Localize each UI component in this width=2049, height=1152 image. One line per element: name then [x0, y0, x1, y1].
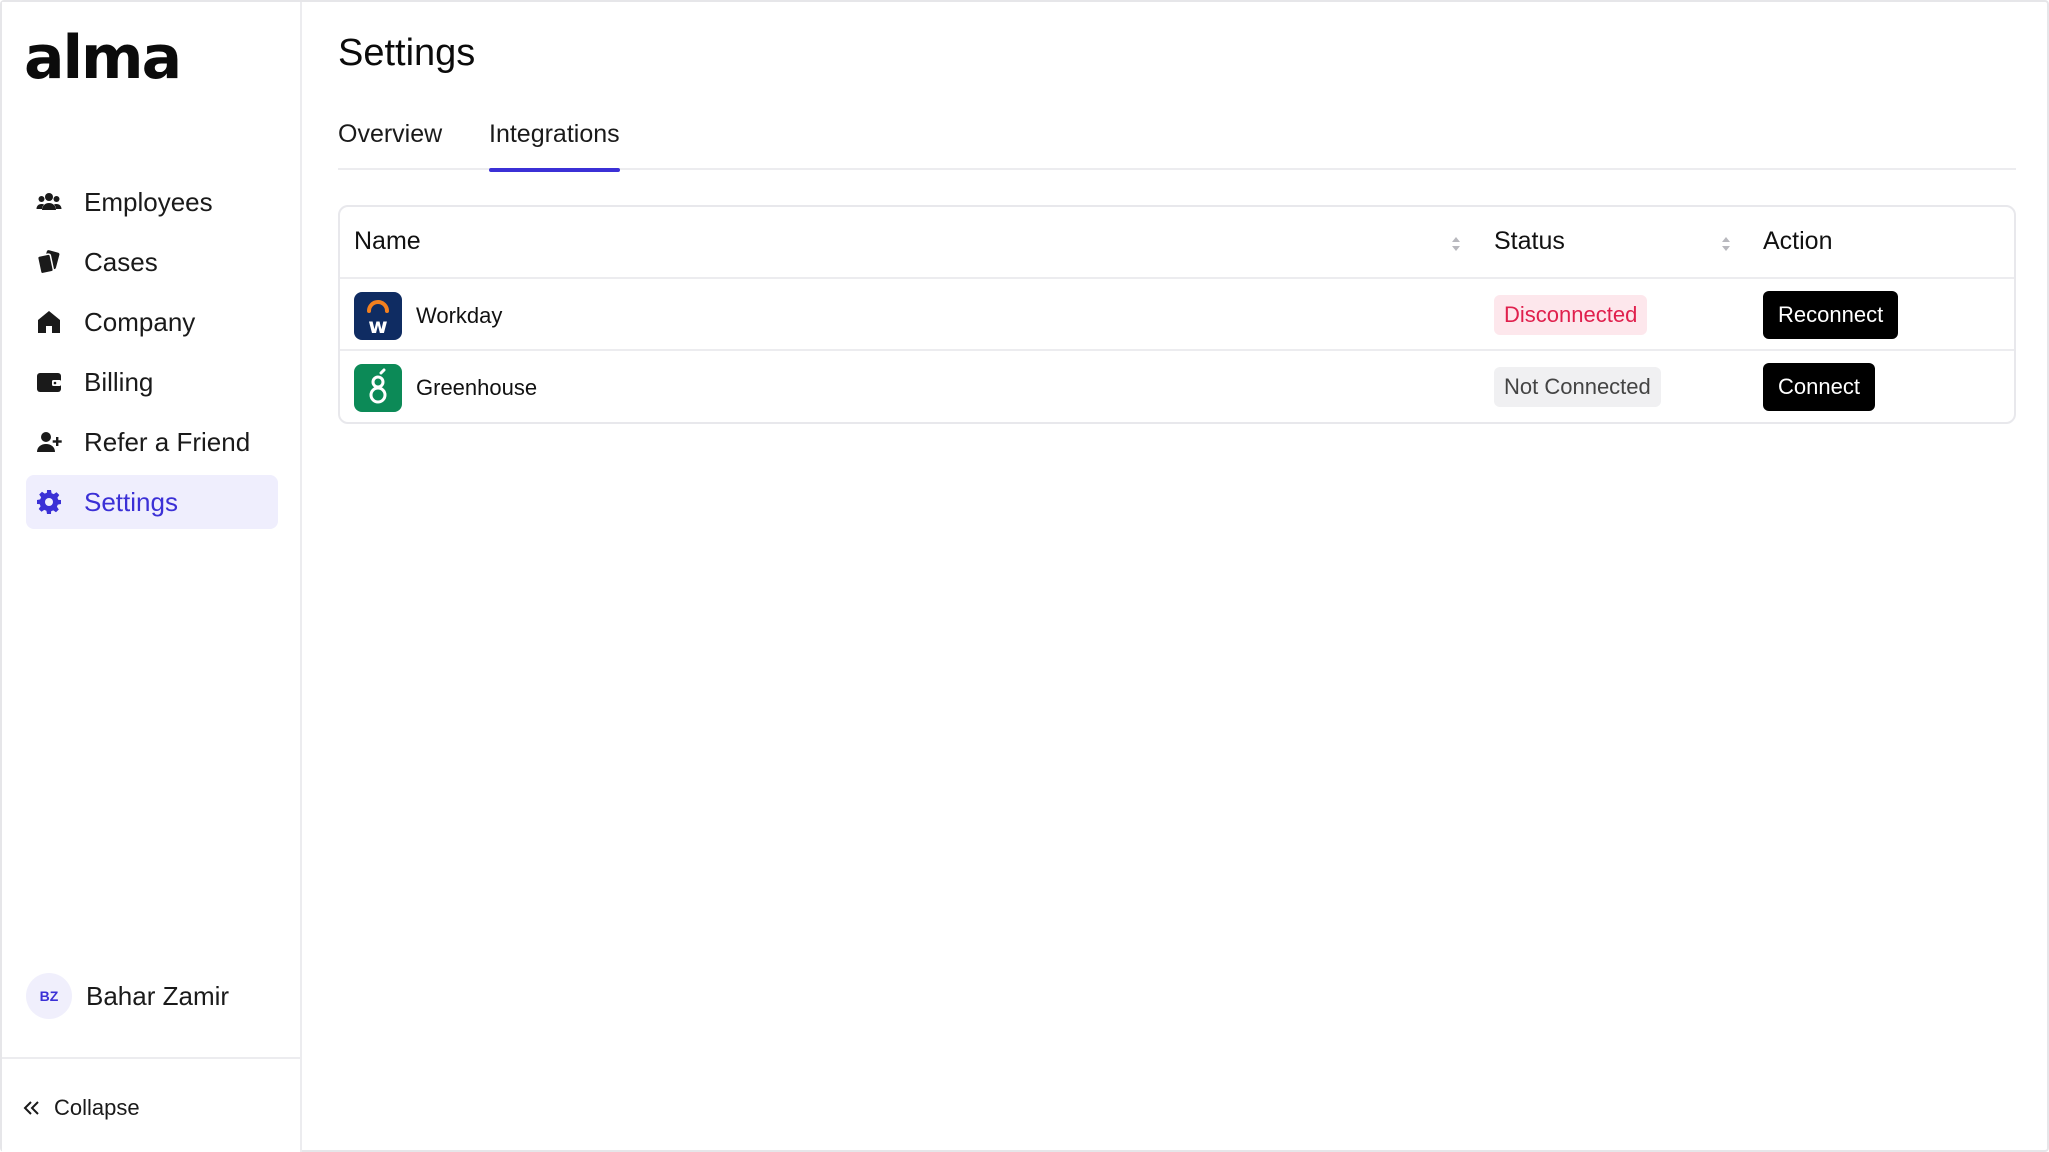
integration-name-cell: w Workday: [354, 292, 502, 340]
page-title: Settings: [338, 32, 476, 74]
status-badge: Disconnected: [1494, 295, 1648, 335]
sidebar-item-settings[interactable]: Settings: [26, 475, 278, 529]
gear-icon: [36, 489, 62, 515]
user-name: Bahar Zamir: [86, 980, 230, 1011]
integrations-table: Name Status Action w Workday Disconnecte…: [338, 205, 2016, 424]
sort-icon[interactable]: [1720, 235, 1732, 253]
workday-logo-icon: w: [354, 292, 402, 340]
sidebar-item-label: Cases: [84, 246, 158, 277]
collapse-label: Collapse: [54, 1095, 140, 1120]
sidebar-item-label: Settings: [84, 486, 178, 517]
sidebar-item-employees[interactable]: Employees: [26, 175, 278, 229]
sort-icon[interactable]: [1450, 235, 1462, 253]
column-header-status[interactable]: Status: [1494, 227, 1565, 256]
users-icon: [36, 189, 62, 215]
sidebar-item-refer-a-friend[interactable]: Refer a Friend: [26, 415, 278, 469]
double-chevron-left-icon: [23, 1101, 39, 1115]
table-row: Greenhouse Not Connected Connect: [340, 351, 2014, 422]
main-content: Settings Overview Integrations Name Stat…: [338, 2, 2016, 1152]
tab-integrations[interactable]: Integrations: [489, 120, 620, 172]
status-badge: Not Connected: [1494, 367, 1661, 407]
integration-name-cell: Greenhouse: [354, 364, 537, 412]
connect-button[interactable]: Connect: [1763, 363, 1875, 411]
table-row: w Workday Disconnected Reconnect: [340, 279, 2014, 351]
sidebar: alma Employees Cases Company Billing Ref…: [2, 2, 302, 1152]
table-header: Name Status Action: [340, 207, 2014, 279]
tab-bar: Overview Integrations: [338, 120, 2016, 172]
reconnect-button[interactable]: Reconnect: [1763, 291, 1899, 339]
sidebar-item-label: Employees: [84, 186, 213, 217]
wallet-icon: [36, 369, 62, 395]
user-profile[interactable]: BZ Bahar Zamir: [26, 973, 229, 1019]
app-window: alma Employees Cases Company Billing Ref…: [0, 0, 2049, 1152]
integration-name: Workday: [416, 303, 503, 328]
home-icon: [36, 309, 62, 335]
alma-logo[interactable]: alma: [24, 28, 182, 88]
sidebar-item-label: Company: [84, 306, 196, 337]
tab-overview[interactable]: Overview: [338, 120, 442, 170]
sidebar-item-company[interactable]: Company: [26, 295, 278, 349]
sidebar-item-cases[interactable]: Cases: [26, 235, 278, 289]
sidebar-item-label: Refer a Friend: [84, 426, 251, 457]
user-plus-icon: [36, 429, 62, 455]
avatar: BZ: [26, 973, 72, 1019]
sidebar-footer: Collapse: [2, 1057, 300, 1152]
column-header-name[interactable]: Name: [354, 227, 421, 256]
sidebar-item-billing[interactable]: Billing: [26, 355, 278, 409]
svg-text:w: w: [368, 314, 387, 338]
cases-icon: [36, 249, 62, 275]
column-header-action: Action: [1763, 227, 1833, 255]
sidebar-item-label: Billing: [84, 366, 154, 397]
sidebar-nav: Employees Cases Company Billing Refer a …: [26, 175, 278, 535]
integration-name: Greenhouse: [416, 375, 538, 400]
greenhouse-logo-icon: [354, 364, 402, 412]
collapse-button[interactable]: Collapse: [22, 1095, 140, 1121]
